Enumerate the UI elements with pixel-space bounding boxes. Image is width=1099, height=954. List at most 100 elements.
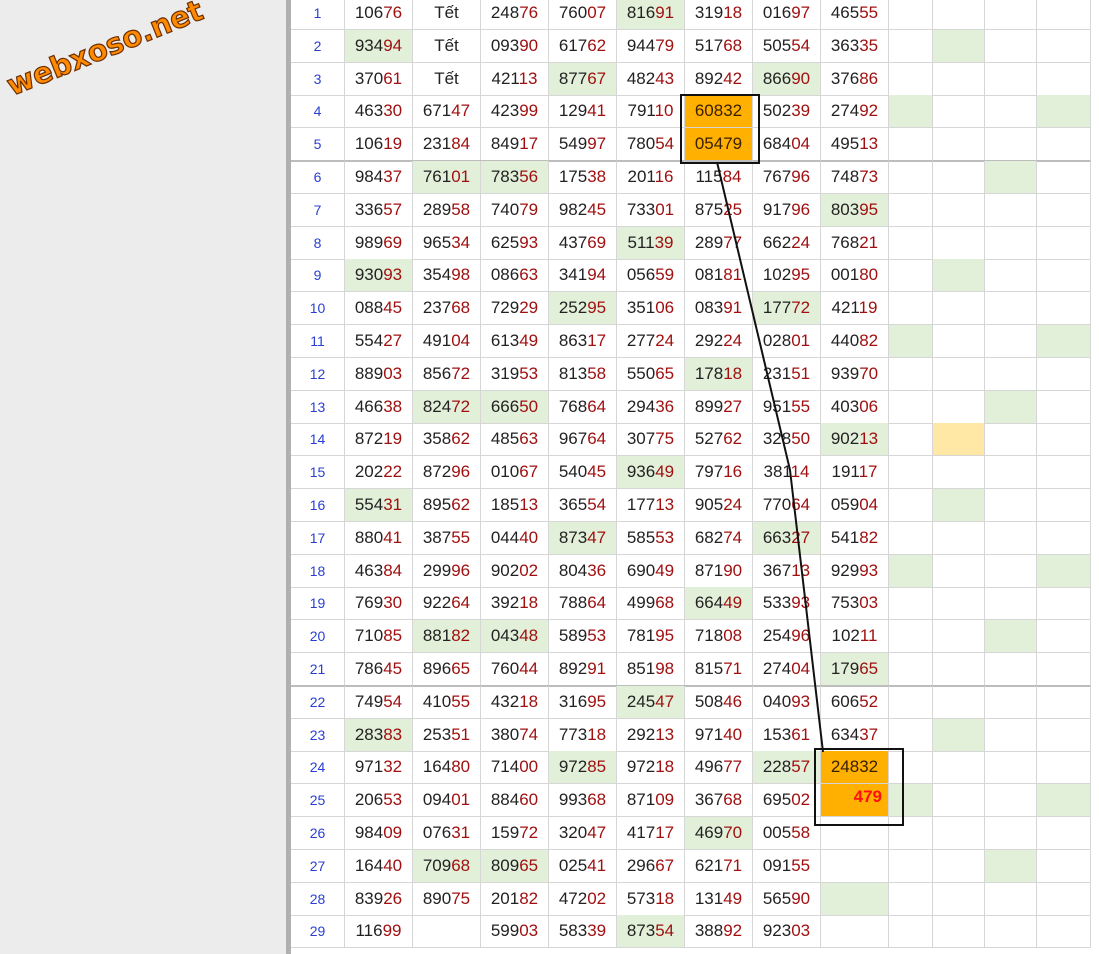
result-digits-lead: 336 bbox=[354, 199, 384, 219]
result-cell: 92993 bbox=[821, 554, 889, 587]
result-digits-tail: 45 bbox=[383, 298, 403, 318]
result-digits-lead: 682 bbox=[694, 527, 724, 547]
result-digits-tail: 55 bbox=[451, 527, 471, 547]
result-digits-tail: 96 bbox=[791, 626, 811, 646]
result-cell: 76044 bbox=[481, 653, 549, 685]
result-digits-tail: 54 bbox=[383, 691, 403, 711]
extra-cell bbox=[933, 915, 985, 948]
result-cell: 70968 bbox=[413, 849, 481, 882]
result-digits-lead: 550 bbox=[626, 363, 656, 383]
result-digits-tail: 30 bbox=[383, 593, 403, 613]
table-row: 13 46638 82472 66650 76864 29436 89927 95155 403… bbox=[291, 390, 1091, 424]
result-cell: 30775 bbox=[617, 423, 685, 456]
result-digits-lead: 054 bbox=[694, 134, 724, 154]
result-cell: 89075 bbox=[413, 882, 481, 915]
result-digits-tail: 98 bbox=[451, 265, 471, 285]
result-cell: 42113 bbox=[481, 62, 549, 95]
result-cell: 38892 bbox=[685, 915, 753, 948]
result-cell: 94479 bbox=[617, 29, 685, 62]
result-cell: 31953 bbox=[481, 357, 549, 390]
result-cell: 98437 bbox=[345, 161, 413, 193]
extra-cell bbox=[1037, 62, 1091, 95]
result-digits-tail: 13 bbox=[519, 495, 539, 514]
result-cell: 78054 bbox=[617, 128, 685, 161]
extra-cell bbox=[1037, 0, 1091, 29]
result-cell: 87525 bbox=[685, 193, 753, 226]
result-cell: 37061 bbox=[345, 62, 413, 95]
result-digits-tail: 60 bbox=[519, 790, 539, 810]
result-cell: 80965 bbox=[481, 849, 549, 882]
result-cell: 74079 bbox=[481, 193, 549, 226]
result-cell: 90213 bbox=[821, 423, 889, 456]
extra-cell bbox=[889, 882, 933, 915]
result-digits-tail: 53 bbox=[383, 790, 403, 810]
extra-cell bbox=[889, 423, 933, 456]
result-cell: 28383 bbox=[345, 718, 413, 751]
result-digits-lead: 664 bbox=[694, 593, 724, 613]
result-cell: 69502 bbox=[753, 784, 821, 817]
row-number: 2 bbox=[291, 29, 345, 62]
result-digits-tail: 11 bbox=[859, 626, 878, 646]
extra-cell bbox=[889, 849, 933, 882]
result-cell: 97132 bbox=[345, 751, 413, 784]
extra-cell bbox=[889, 128, 933, 161]
result-cell: 58553 bbox=[617, 521, 685, 554]
result-cell: 31695 bbox=[549, 685, 617, 718]
result-cell: 81691 bbox=[617, 0, 685, 29]
result-cell: 76821 bbox=[821, 226, 889, 259]
result-digits-lead: 320 bbox=[558, 823, 588, 842]
table-row: 15 20222 87296 01067 54045 93649 79716 38114 191… bbox=[291, 456, 1091, 490]
result-cell: 29996 bbox=[413, 554, 481, 587]
result-cell: 91796 bbox=[753, 193, 821, 226]
table-row: 28 83926 89075 20182 47202 57318 13149 56590 bbox=[291, 882, 1091, 916]
extra-cell bbox=[933, 849, 985, 882]
result-digits-lead: 863 bbox=[558, 331, 588, 350]
result-cell: 97285 bbox=[549, 751, 617, 784]
row-number: 4 bbox=[291, 95, 345, 128]
result-digits-tail: 99 bbox=[382, 921, 402, 941]
result-digits-lead: 289 bbox=[422, 199, 452, 219]
result-digits-lead: 059 bbox=[830, 495, 860, 514]
result-digits-tail: 68 bbox=[451, 298, 471, 318]
result-digits-lead: 541 bbox=[830, 527, 860, 547]
result-cell: 35862 bbox=[413, 423, 481, 456]
result-digits-lead: 403 bbox=[830, 396, 860, 416]
result-digits-tail: 80 bbox=[859, 265, 879, 285]
result-digits-lead: 749 bbox=[354, 691, 384, 711]
result-digits-tail: 79 bbox=[723, 134, 743, 154]
result-digits-tail: 97 bbox=[791, 3, 811, 22]
extra-cell bbox=[889, 587, 933, 620]
result-digits-tail: 18 bbox=[723, 363, 743, 383]
result-cell: 29224 bbox=[685, 325, 753, 357]
result-digits-tail: 62 bbox=[451, 495, 471, 514]
result-cell: 51768 bbox=[685, 29, 753, 62]
result-digits-lead: 177 bbox=[762, 298, 792, 318]
result-digits-tail: 36 bbox=[655, 396, 675, 416]
result-digits-tail: 91 bbox=[723, 298, 743, 318]
result-cell: 07631 bbox=[413, 817, 481, 849]
extra-cell bbox=[985, 587, 1037, 620]
result-cell: 76101 bbox=[413, 161, 481, 193]
result-digits-lead: 159 bbox=[490, 823, 520, 842]
row-number: 5 bbox=[291, 128, 345, 161]
result-cell: 15361 bbox=[753, 718, 821, 751]
result-digits-lead: 748 bbox=[830, 167, 860, 186]
result-digits-tail: 62 bbox=[723, 429, 743, 449]
extra-cell bbox=[1037, 95, 1091, 128]
result-digits-lead: 164 bbox=[354, 855, 384, 875]
table-row: 3 37061 Tết 42113 87767 48243 89242 86690 37686 bbox=[291, 62, 1091, 96]
result-digits-tail: 01 bbox=[451, 790, 471, 810]
result-digits-lead: 993 bbox=[558, 790, 588, 810]
result-digits-lead: 527 bbox=[694, 429, 724, 449]
extra-cell bbox=[889, 292, 933, 325]
row-number: 1 bbox=[291, 0, 345, 29]
extra-cell bbox=[1037, 29, 1091, 62]
result-digits-tail: 40 bbox=[383, 855, 403, 875]
extra-cell bbox=[889, 718, 933, 751]
result-digits-tail: 09 bbox=[655, 790, 675, 810]
result-digits-lead: 967 bbox=[558, 429, 588, 449]
result-digits-tail: 61 bbox=[383, 68, 403, 88]
result-digits-lead: 319 bbox=[694, 3, 724, 22]
extra-cell bbox=[985, 653, 1037, 685]
result-cell: 97218 bbox=[617, 751, 685, 784]
